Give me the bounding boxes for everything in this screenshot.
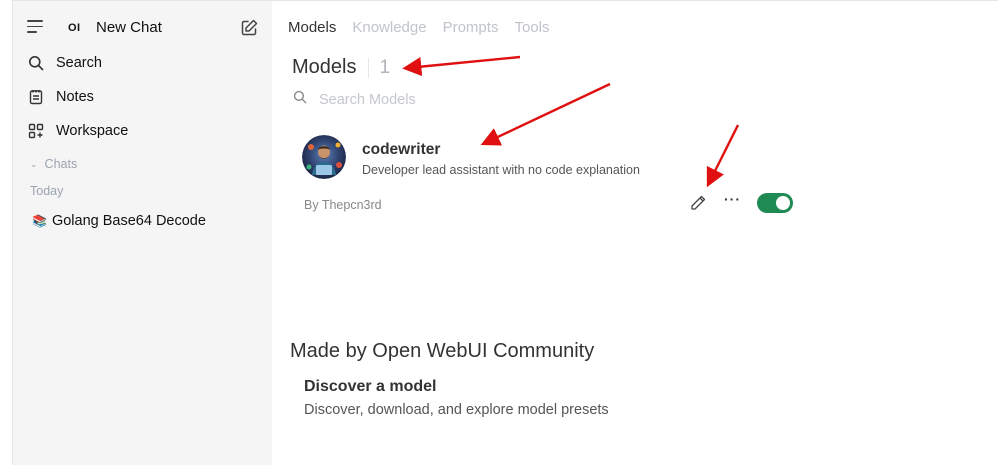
- discover-model-link[interactable]: Discover a model: [304, 378, 437, 396]
- today-label: Today: [30, 184, 64, 198]
- tab-tools[interactable]: Tools: [514, 19, 549, 36]
- sidebar: OI New Chat Search Notes Workspace ⌄ Cha…: [13, 1, 272, 465]
- model-description: Developer lead assistant with no code ex…: [362, 163, 640, 177]
- sidebar-item-label: Search: [56, 55, 102, 71]
- model-avatar: [302, 135, 346, 179]
- model-search: [293, 90, 519, 109]
- chat-title: Golang Base64 Decode: [51, 213, 206, 229]
- search-models-input[interactable]: [319, 91, 519, 108]
- toggle-knob: [776, 196, 790, 210]
- sidebar-item-notes[interactable]: Notes: [27, 85, 94, 109]
- tab-knowledge[interactable]: Knowledge: [352, 19, 426, 36]
- logo: OI: [68, 22, 81, 34]
- tab-prompts[interactable]: Prompts: [443, 19, 499, 36]
- workspace-icon: [27, 122, 45, 140]
- chevron-down-icon: ⌄: [30, 158, 38, 169]
- menu-icon[interactable]: [27, 20, 43, 34]
- chats-section-toggle[interactable]: ⌄ Chats: [30, 157, 77, 171]
- sidebar-item-label: Workspace: [56, 123, 129, 139]
- sidebar-item-label: Notes: [56, 89, 94, 105]
- sidebar-item-search[interactable]: Search: [27, 51, 102, 75]
- models-header: Models 1: [292, 56, 390, 79]
- model-author: By Thepcn3rd: [304, 198, 382, 212]
- notes-icon: [27, 88, 45, 106]
- sidebar-item-workspace[interactable]: Workspace: [27, 119, 128, 143]
- model-count: 1: [379, 56, 391, 78]
- chats-label: Chats: [44, 157, 78, 171]
- books-emoji-icon: 📚: [32, 214, 47, 228]
- chat-history-item[interactable]: 📚 Golang Base64 Decode: [32, 213, 206, 229]
- pencil-icon[interactable]: [689, 194, 707, 212]
- model-name: codewriter: [362, 141, 441, 158]
- compose-icon[interactable]: [239, 18, 259, 38]
- discover-description: Discover, download, and explore model pr…: [304, 402, 609, 418]
- community-heading: Made by Open WebUI Community: [290, 340, 595, 362]
- divider: [368, 57, 370, 78]
- tab-models[interactable]: Models: [288, 19, 336, 36]
- model-card[interactable]: codewriter Developer lead assistant with…: [300, 133, 800, 223]
- sidebar-header: OI New Chat: [13, 13, 272, 43]
- model-enabled-toggle[interactable]: [757, 193, 793, 213]
- workspace-tabs: Models Knowledge Prompts Tools: [288, 19, 549, 36]
- search-icon: [293, 90, 307, 109]
- page-title: Models: [292, 56, 357, 78]
- more-options-icon[interactable]: ···: [724, 191, 741, 207]
- search-icon: [27, 54, 45, 72]
- new-chat-button[interactable]: New Chat: [96, 19, 162, 36]
